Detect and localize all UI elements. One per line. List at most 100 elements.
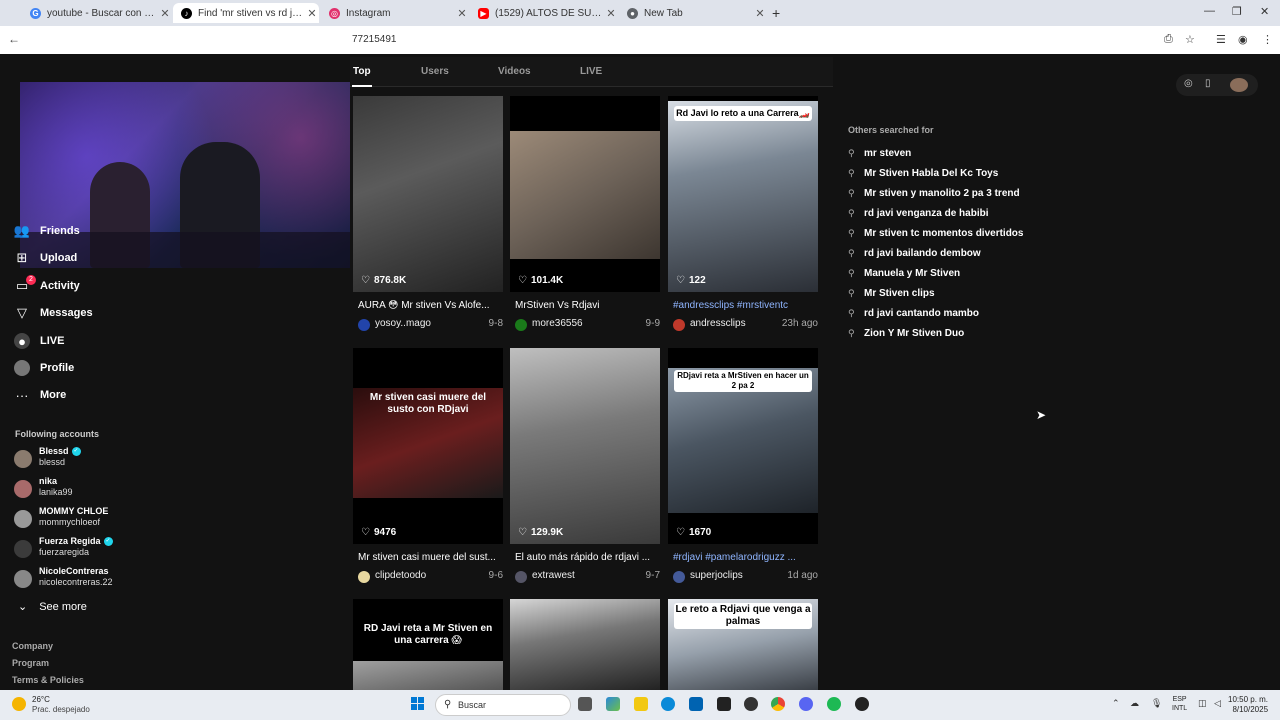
see-more-button[interactable]: ⌄ See more (18, 600, 87, 613)
nav-item-profile[interactable]: Profile (14, 358, 74, 378)
video-author[interactable]: andressclips (690, 318, 746, 329)
tab-top[interactable]: Top (353, 66, 371, 77)
avatar[interactable] (673, 571, 685, 583)
device-icon[interactable]: ▯ (1205, 78, 1211, 89)
close-icon[interactable]: ✕ (305, 7, 319, 20)
address-bar-url[interactable]: 77215491 (352, 34, 397, 45)
video-caption[interactable]: MrStiven Vs Rdjavi (515, 300, 660, 311)
browser-tab-tiktok[interactable]: ♪ Find 'mr stiven vs rd javi' on TikTok … (173, 3, 319, 23)
footer-link-company[interactable]: Company (12, 641, 53, 651)
nav-item-friends[interactable]: 👥 Friends (14, 221, 80, 241)
footer-link-program[interactable]: Program (12, 658, 49, 668)
video-card[interactable] (510, 599, 660, 690)
spotify-icon[interactable] (827, 697, 841, 711)
close-icon[interactable]: ✕ (455, 7, 469, 20)
video-card[interactable]: Mr stiven casi muere del susto con RDjav… (353, 348, 503, 583)
chrome-icon[interactable] (771, 697, 785, 711)
video-card[interactable]: Rd Javi lo reto a una Carrera🏎️ ♡ 122 #an… (668, 96, 818, 331)
store-icon[interactable] (689, 697, 703, 711)
suggested-search[interactable]: ⚲ Mr stiven tc momentos divertidos (848, 225, 1023, 241)
video-thumbnail[interactable]: Rd Javi lo reto a una Carrera🏎️ ♡ 122 (668, 96, 818, 292)
new-tab-button[interactable]: + (772, 5, 780, 21)
video-caption[interactable]: #rdjavi #pamelarodriguzz ... (673, 552, 818, 563)
avatar[interactable] (515, 571, 527, 583)
nav-item-live[interactable]: ● LIVE (14, 331, 64, 351)
video-author[interactable]: clipdetoodo (375, 570, 426, 581)
video-thumbnail[interactable]: RDjavi reta a MrStiven en hacer un 2 pa … (668, 348, 818, 544)
coins-icon[interactable]: ◎ (1184, 78, 1193, 89)
footer-link-terms[interactable]: Terms & Policies (12, 675, 84, 685)
video-thumbnail[interactable]: Mr stiven casi muere del susto con RDjav… (353, 348, 503, 544)
nav-item-messages[interactable]: ▽ Messages (14, 303, 93, 323)
video-caption[interactable]: AURA 😳 Mr stiven Vs Alofe... (358, 300, 503, 311)
tab-live[interactable]: LIVE (580, 66, 602, 77)
suggested-search[interactable]: ⚲ rd javi cantando mambo (848, 305, 979, 321)
weather-sun-icon[interactable] (12, 697, 26, 711)
copilot-icon[interactable] (606, 697, 620, 711)
suggested-search[interactable]: ⚲ Mr Stiven clips (848, 285, 935, 301)
obs-icon[interactable] (855, 697, 869, 711)
video-card[interactable]: RD Javi reta a Mr Stiven en una carrera … (353, 599, 503, 690)
following-account[interactable]: nika lanika99 (14, 476, 214, 502)
following-account[interactable]: NicoleContreras nicolecontreras.22 (14, 566, 214, 592)
suggested-search[interactable]: ⚲ rd javi venganza de habibi (848, 205, 988, 221)
video-thumbnail[interactable] (510, 599, 660, 690)
suggested-search[interactable]: ⚲ Zion Y Mr Stiven Duo (848, 325, 964, 341)
bookmark-star-icon[interactable]: ☆ (1185, 33, 1195, 46)
nav-item-activity[interactable]: ▭ 2 Activity (14, 275, 80, 296)
browser-tab-google[interactable]: G youtube - Buscar con Google ✕ (22, 3, 172, 23)
file-explorer-icon[interactable] (634, 697, 648, 711)
video-card[interactable]: ♡ 101.4K MrStiven Vs Rdjavi more36556 9-9 (510, 96, 660, 331)
tab-users[interactable]: Users (421, 66, 449, 77)
extensions-icon[interactable]: ☰ (1216, 33, 1226, 46)
suggested-search[interactable]: ⚲ mr steven (848, 145, 911, 161)
language-indicator[interactable]: ESP INTL (1172, 695, 1187, 713)
suggested-search[interactable]: ⚲ rd javi bailando dembow (848, 245, 981, 261)
tab-videos[interactable]: Videos (498, 66, 531, 77)
following-account[interactable]: Blessd ✓ blessd (14, 446, 214, 472)
discord-icon[interactable] (799, 697, 813, 711)
video-card[interactable]: ♡ 876.8K AURA 😳 Mr stiven Vs Alofe... yos… (353, 96, 503, 331)
window-close-icon[interactable]: ✕ (1260, 5, 1269, 18)
task-view-icon[interactable] (578, 697, 592, 711)
browser-tab-instagram[interactable]: ◎ Instagram ✕ (321, 3, 469, 23)
volume-icon[interactable]: ◁ (1214, 698, 1221, 709)
following-account[interactable]: Fuerza Regida ✓ fuerzaregida (14, 536, 214, 562)
minimize-icon[interactable]: — (1204, 5, 1215, 17)
video-author[interactable]: yosoy..mago (375, 318, 431, 329)
close-icon[interactable]: ✕ (604, 7, 618, 20)
weather-temperature[interactable]: 26°C (32, 695, 50, 704)
video-thumbnail[interactable]: Le reto a Rdjavi que venga a palmas (668, 599, 818, 690)
video-card[interactable]: RDjavi reta a MrStiven en hacer un 2 pa … (668, 348, 818, 583)
following-account[interactable]: MOMMY CHLOE mommychloeof (14, 506, 214, 532)
avatar[interactable] (358, 571, 370, 583)
nav-item-more[interactable]: ··· More (14, 385, 67, 405)
video-card[interactable]: Le reto a Rdjavi que venga a palmas (668, 599, 818, 690)
kebab-menu-icon[interactable]: ⋮ (1262, 33, 1273, 46)
taskbar-search-box[interactable]: ⚲ Buscar (435, 694, 571, 716)
edge-icon[interactable] (661, 697, 675, 711)
app-icon[interactable] (744, 697, 758, 711)
nav-item-upload[interactable]: ⊞ Upload (14, 248, 78, 268)
microphone-icon[interactable]: 🎙 (1151, 698, 1162, 709)
video-caption[interactable]: Mr stiven casi muere del sust... (358, 552, 503, 563)
user-avatar-icon[interactable] (1230, 78, 1248, 92)
suggested-search[interactable]: ⚲ Mr stiven y manolito 2 pa 3 trend (848, 185, 1020, 201)
browser-tab-youtube[interactable]: ▶ (1529) ALTOS DE SUCRE: Ruta II ✕ (470, 3, 618, 23)
video-author[interactable]: superjoclips (690, 570, 743, 581)
video-thumbnail[interactable]: ♡ 876.8K (353, 96, 503, 292)
video-thumbnail[interactable]: RD Javi reta a Mr Stiven en una carrera … (353, 599, 503, 690)
video-card[interactable]: ♡ 129.9K El auto más rápido de rdjavi ...… (510, 348, 660, 583)
close-icon[interactable]: ✕ (158, 7, 172, 20)
system-clock[interactable]: 10:50 p. m. 8/10/2025 (1228, 695, 1268, 715)
avatar[interactable] (673, 319, 685, 331)
video-author[interactable]: more36556 (532, 318, 583, 329)
suggested-search[interactable]: ⚲ Mr Stiven Habla Del Kc Toys (848, 165, 998, 181)
video-thumbnail[interactable]: ♡ 101.4K (510, 96, 660, 292)
weather-description[interactable]: Prac. despejado (32, 705, 90, 714)
video-author[interactable]: extrawest (532, 570, 575, 581)
video-caption[interactable]: #andressclips #mrstiventc (673, 300, 818, 311)
avatar[interactable] (515, 319, 527, 331)
close-icon[interactable]: ✕ (753, 7, 767, 20)
browser-tab-newtab[interactable]: ● New Tab ✕ (619, 3, 767, 23)
